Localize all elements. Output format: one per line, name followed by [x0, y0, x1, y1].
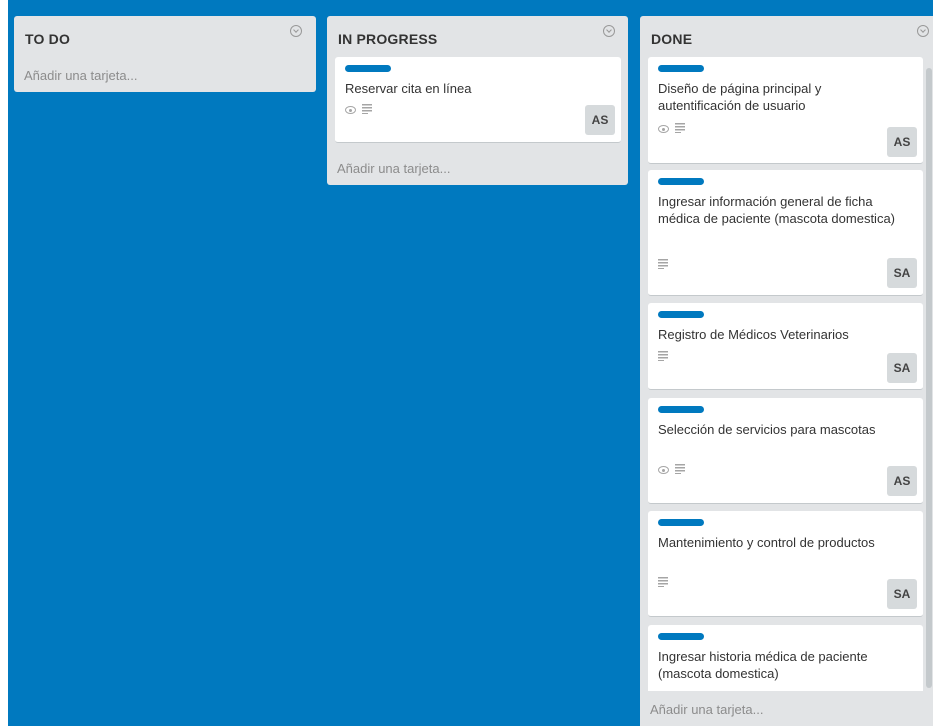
list-header: TO DO	[14, 16, 316, 58]
add-card-link[interactable]: Añadir una tarjeta...	[650, 702, 763, 717]
list-header: IN PROGRESS	[327, 16, 628, 58]
list-scrollbar[interactable]	[926, 68, 932, 688]
card-label	[658, 406, 704, 413]
card-badges	[658, 123, 685, 135]
card-title: Selección de servicios para mascotas	[658, 422, 876, 437]
description-icon	[362, 104, 372, 114]
list-title: IN PROGRESS	[338, 31, 438, 47]
add-card-link[interactable]: Añadir una tarjeta...	[337, 161, 450, 176]
card-title: Ingresar información general de ficha mé…	[658, 194, 896, 226]
card-label	[658, 633, 704, 640]
description-icon	[658, 351, 668, 361]
description-icon	[658, 577, 668, 587]
description-icon	[658, 259, 668, 269]
card[interactable]: Ingresar información general de ficha mé…	[648, 170, 923, 296]
avatar[interactable]: AS	[887, 466, 917, 496]
card-badges	[345, 104, 372, 116]
card-label	[658, 519, 704, 526]
card[interactable]: Mantenimiento y control de productos SA	[648, 511, 923, 617]
card[interactable]: Selección de servicios para mascotas AS	[648, 398, 923, 504]
eye-icon	[345, 106, 356, 114]
card-title: Diseño de página principal y autentifica…	[658, 81, 822, 113]
list-menu-icon[interactable]	[917, 25, 929, 37]
avatar[interactable]: SA	[887, 579, 917, 609]
list-title: TO DO	[25, 31, 71, 47]
card-label	[345, 65, 391, 72]
avatar[interactable]: AS	[585, 105, 615, 135]
card[interactable]: Registro de Médicos Veterinarios SA	[648, 303, 923, 390]
eye-icon	[658, 466, 669, 474]
eye-icon	[658, 125, 669, 133]
card-badges	[658, 464, 685, 476]
card-label	[658, 311, 704, 318]
card[interactable]: Reservar cita en línea AS	[335, 57, 621, 143]
avatar[interactable]: AS	[887, 127, 917, 157]
board-left-edge	[0, 0, 8, 726]
card-title: Reservar cita en línea	[345, 81, 472, 96]
list-menu-icon[interactable]	[603, 25, 615, 37]
card[interactable]: Diseño de página principal y autentifica…	[648, 57, 923, 164]
description-icon	[675, 464, 685, 474]
card-label	[658, 178, 704, 185]
card-title: Mantenimiento y control de productos	[658, 535, 875, 550]
card[interactable]: Ingresar historia médica de paciente (ma…	[648, 625, 923, 691]
list-todo: TO DO Añadir una tarjeta...	[14, 16, 316, 92]
list-title: DONE	[651, 31, 693, 47]
avatar[interactable]: SA	[887, 353, 917, 383]
board: TO DO Añadir una tarjeta... IN PROGRESS …	[0, 0, 933, 726]
list-done: DONE Diseño de página principal y autent…	[640, 16, 933, 726]
list-header: DONE	[640, 16, 933, 58]
card-label	[658, 65, 704, 72]
card-title: Ingresar historia médica de paciente (ma…	[658, 649, 868, 681]
list-in-progress: IN PROGRESS Reservar cita en línea AS Añ…	[327, 16, 628, 185]
list-menu-icon[interactable]	[290, 25, 302, 37]
card-badges	[658, 259, 668, 271]
card-badges	[658, 351, 668, 363]
avatar[interactable]: SA	[887, 258, 917, 288]
description-icon	[675, 123, 685, 133]
card-title: Registro de Médicos Veterinarios	[658, 327, 849, 342]
add-card-link[interactable]: Añadir una tarjeta...	[24, 68, 137, 83]
card-badges	[658, 577, 668, 589]
